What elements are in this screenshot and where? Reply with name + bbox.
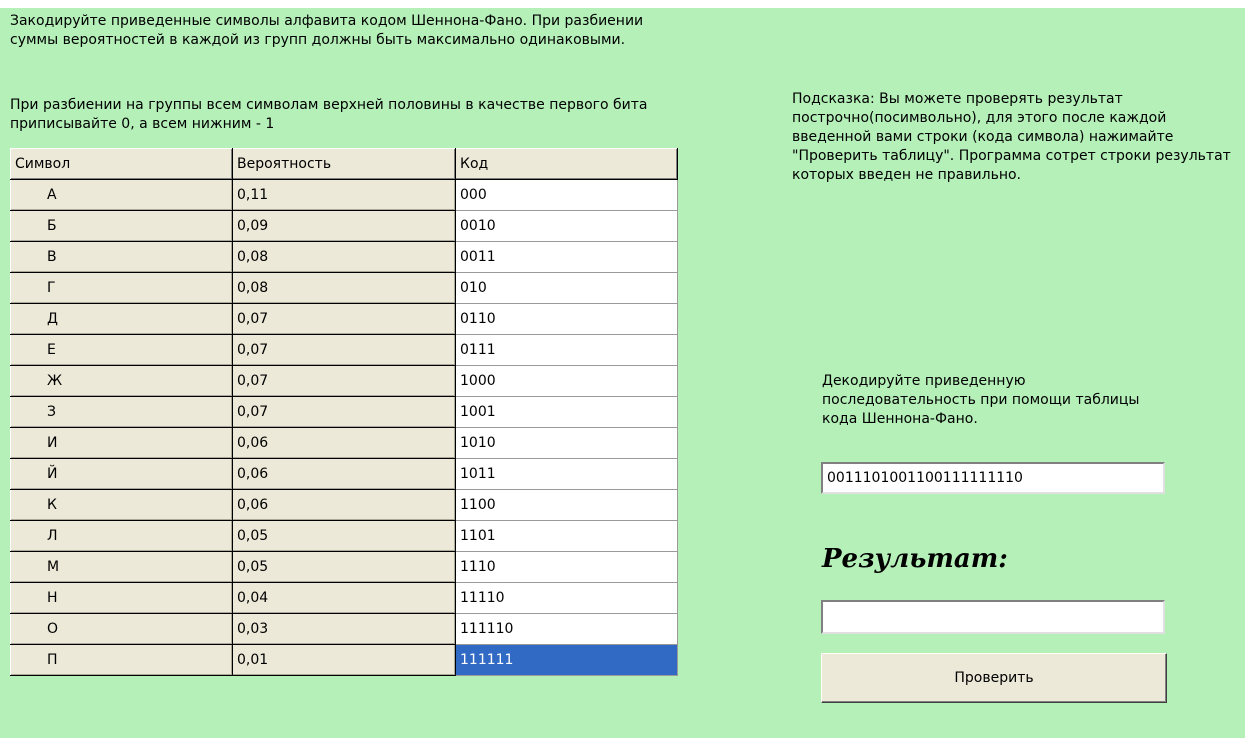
probability-cell: 0,03 <box>232 613 456 645</box>
symbol-cell: Е <box>10 334 233 366</box>
probability-cell: 0,04 <box>232 582 456 614</box>
symbol-cell: П <box>10 644 233 676</box>
sequence-field[interactable] <box>821 462 1165 494</box>
code-cell[interactable]: 1100 <box>455 489 678 521</box>
probability-cell: 0,08 <box>232 272 456 304</box>
grouping-rule: При разбиении на группы всем символам ве… <box>10 97 648 132</box>
code-cell[interactable]: 1110 <box>455 551 678 583</box>
table-row[interactable]: Д 0,07 0110 <box>10 303 678 335</box>
probability-cell: 0,06 <box>232 458 456 490</box>
table-row[interactable]: Г 0,08 010 <box>10 272 678 304</box>
column-header-symbol[interactable]: Символ <box>10 148 233 180</box>
probability-cell: 0,07 <box>232 334 456 366</box>
symbol-cell: В <box>10 241 233 273</box>
table-row[interactable]: О 0,03 111110 <box>10 613 678 645</box>
symbol-cell: Г <box>10 272 233 304</box>
probability-cell: 0,05 <box>232 520 456 552</box>
decode-instruction: Декодируйте приведенную последовательнос… <box>822 373 1140 427</box>
probability-cell: 0,08 <box>232 241 456 273</box>
symbol-cell: К <box>10 489 233 521</box>
probability-cell: 0,07 <box>232 303 456 335</box>
table-row[interactable]: Й 0,06 1011 <box>10 458 678 490</box>
code-cell[interactable]: 000 <box>455 179 678 211</box>
symbol-cell: Б <box>10 210 233 242</box>
code-cell[interactable]: 1000 <box>455 365 678 397</box>
table-row[interactable]: Ж 0,07 1000 <box>10 365 678 397</box>
code-cell[interactable]: 0111 <box>455 334 678 366</box>
probability-cell: 0,06 <box>232 427 456 459</box>
probability-cell: 0,05 <box>232 551 456 583</box>
hint-text: Подсказка: Вы можете проверять результат… <box>792 91 1231 183</box>
probability-cell: 0,11 <box>232 179 456 211</box>
code-cell[interactable]: 1101 <box>455 520 678 552</box>
table-row[interactable]: Е 0,07 0111 <box>10 334 678 366</box>
table-row[interactable]: И 0,06 1010 <box>10 427 678 459</box>
table-row[interactable]: К 0,06 1100 <box>10 489 678 521</box>
table-row[interactable]: П 0,01 111111 <box>10 644 678 676</box>
code-table: Символ Вероятность Код А 0,11 000 Б 0,09 0010… <box>10 148 678 676</box>
symbol-cell: Д <box>10 303 233 335</box>
symbol-cell: И <box>10 427 233 459</box>
code-cell[interactable]: 010 <box>455 272 678 304</box>
check-button[interactable]: Проверить <box>821 653 1167 703</box>
probability-cell: 0,07 <box>232 365 456 397</box>
main-panel: Закодируйте приведенные символы алфавита… <box>0 8 1245 738</box>
code-cell[interactable]: 0010 <box>455 210 678 242</box>
symbol-cell: Л <box>10 520 233 552</box>
code-cell[interactable]: 11110 <box>455 582 678 614</box>
table-row[interactable]: А 0,11 000 <box>10 179 678 211</box>
result-field[interactable] <box>821 600 1165 634</box>
table-row[interactable]: З 0,07 1001 <box>10 396 678 428</box>
probability-cell: 0,06 <box>232 489 456 521</box>
code-cell[interactable]: 0110 <box>455 303 678 335</box>
table-row[interactable]: М 0,05 1110 <box>10 551 678 583</box>
code-cell[interactable]: 1001 <box>455 396 678 428</box>
column-header-code[interactable]: Код <box>455 148 678 180</box>
symbol-cell: Ж <box>10 365 233 397</box>
symbol-cell: М <box>10 551 233 583</box>
code-cell[interactable]: 111110 <box>455 613 678 645</box>
table-header-row: Символ Вероятность Код <box>10 148 678 180</box>
probability-cell: 0,07 <box>232 396 456 428</box>
column-header-probability[interactable]: Вероятность <box>232 148 456 180</box>
code-cell[interactable]: 111111 <box>455 644 678 676</box>
symbol-cell: Н <box>10 582 233 614</box>
probability-cell: 0,09 <box>232 210 456 242</box>
probability-cell: 0,01 <box>232 644 456 676</box>
table-row[interactable]: Л 0,05 1101 <box>10 520 678 552</box>
table-row[interactable]: Б 0,09 0010 <box>10 210 678 242</box>
table-row[interactable]: В 0,08 0011 <box>10 241 678 273</box>
code-cell[interactable]: 0011 <box>455 241 678 273</box>
symbol-cell: Й <box>10 458 233 490</box>
symbol-cell: А <box>10 179 233 211</box>
code-cell[interactable]: 1010 <box>455 427 678 459</box>
code-cell[interactable]: 1011 <box>455 458 678 490</box>
task-description: Закодируйте приведенные символы алфавита… <box>10 13 644 48</box>
table-row[interactable]: Н 0,04 11110 <box>10 582 678 614</box>
result-label: Результат: <box>822 544 1008 574</box>
symbol-cell: З <box>10 396 233 428</box>
symbol-cell: О <box>10 613 233 645</box>
